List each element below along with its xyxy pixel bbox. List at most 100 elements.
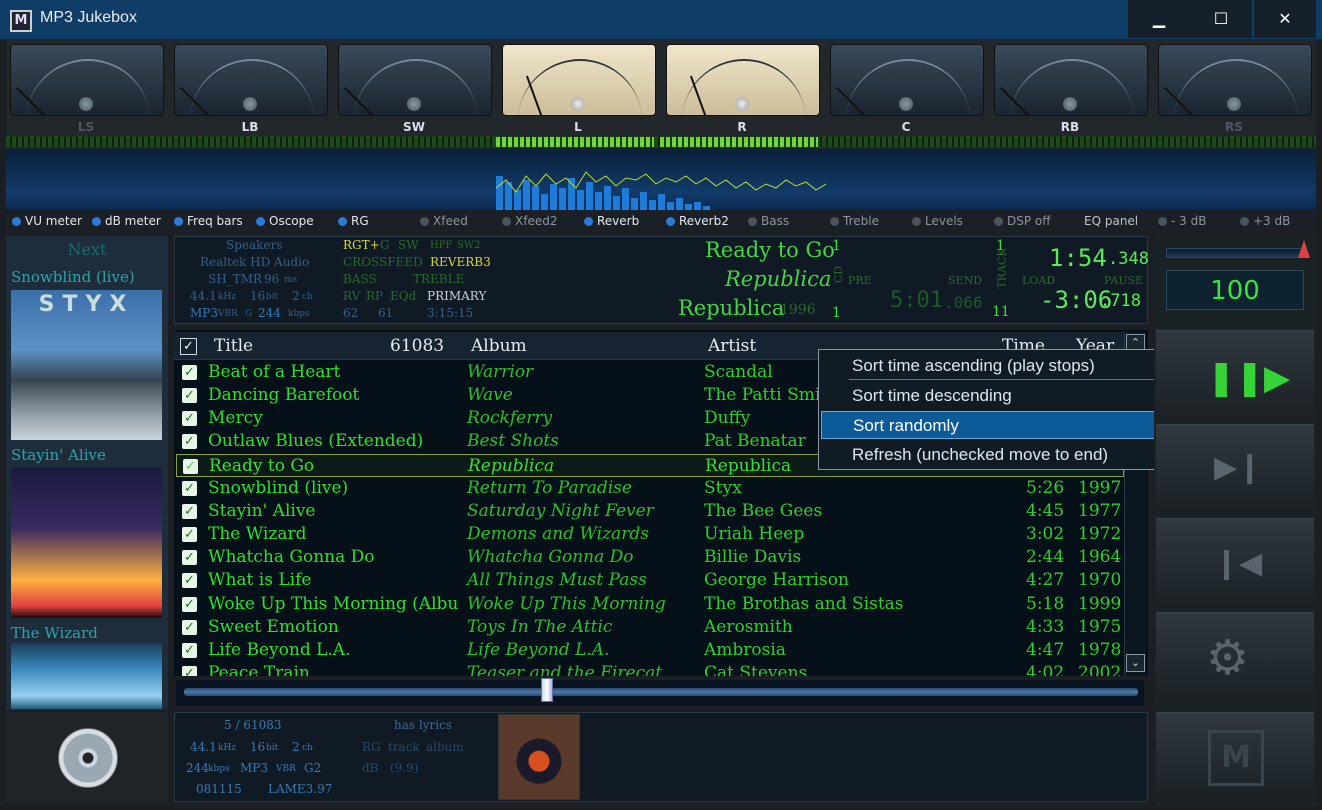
timer-value: 96 <box>264 272 280 286</box>
checkbox-icon[interactable]: ✓ <box>182 550 197 565</box>
toggle-reverb[interactable]: Reverb <box>584 214 639 228</box>
radio-icon <box>92 217 101 226</box>
skip-previous-icon: ❙◀ <box>1214 546 1263 581</box>
radio-icon <box>830 217 839 226</box>
toggle-minus-3db[interactable]: - 3 dB <box>1158 214 1206 228</box>
checkbox-icon[interactable]: ✓ <box>182 504 197 519</box>
menu-sort-randomly[interactable]: Sort randomly <box>821 411 1184 439</box>
next-cover-art-1[interactable]: STYX <box>11 290 162 440</box>
now-playing-title: Ready to Go <box>705 238 835 262</box>
meter-ls: LS <box>6 42 166 136</box>
radio-icon <box>256 217 265 226</box>
checkbox-icon[interactable]: ✓ <box>182 411 197 426</box>
playlist-row[interactable]: ✓ The Wizard Demons and Wizards Uriah Heep 3… <box>176 523 1124 546</box>
frequency-bars <box>496 171 826 210</box>
sample-rate: 44.1 <box>190 289 217 303</box>
toggle-db-meter[interactable]: dB meter <box>92 214 161 228</box>
toggle-reverb2[interactable]: Reverb2 <box>666 214 729 228</box>
playlist-row[interactable]: ✓ Life Beyond L.A. Life Beyond L.A. Ambrosi… <box>176 639 1124 662</box>
menu-sort-time-descending[interactable]: Sort time descending <box>821 382 1184 410</box>
reverb-indicator: REVERB3 <box>430 255 491 269</box>
gear-icon: ⚙ <box>1206 630 1250 686</box>
led-strip <box>6 136 1316 148</box>
playlist-row[interactable]: ✓ Sweet Emotion Toys In The Attic Aerosmith… <box>176 616 1124 639</box>
column-artist[interactable]: Artist <box>708 336 756 356</box>
toggle-xfeed2[interactable]: Xfeed2 <box>502 214 557 228</box>
next-label: Next <box>67 240 107 259</box>
checkbox-icon[interactable]: ✓ <box>182 666 197 676</box>
app-icon: M <box>10 10 32 32</box>
toggle-bass[interactable]: Bass <box>748 214 789 228</box>
playlist-row[interactable]: ✓ What is Life All Things Must Pass George … <box>176 569 1124 592</box>
toggle-levels[interactable]: Levels <box>912 214 963 228</box>
column-title[interactable]: Title <box>214 336 253 356</box>
lyrics-indicator: has lyrics <box>394 718 452 732</box>
toggle-vu-meter[interactable]: VU meter <box>12 214 82 228</box>
checkbox-icon[interactable]: ✓ <box>182 527 197 542</box>
skip-next-icon: ▶❙ <box>1214 450 1263 485</box>
checkbox-icon[interactable]: ✓ <box>182 597 197 612</box>
now-playing-artist: Republica <box>678 296 785 320</box>
radio-icon <box>912 217 921 226</box>
volume-display: 100 <box>1166 270 1304 310</box>
now-playing-album: Republica <box>725 267 832 291</box>
chevron-down-icon[interactable]: ⌄ <box>1126 654 1145 672</box>
toggle-xfeed[interactable]: Xfeed <box>420 214 468 228</box>
audio-driver: Realtek HD Audio <box>200 255 310 269</box>
vu-meters: LS LB SW L R C RB RS <box>6 40 1316 136</box>
title-bar <box>0 0 1322 40</box>
playlist-row[interactable]: ✓ Peace Train Teaser and the Firecat Cat St… <box>176 662 1124 676</box>
rg-indicator: RGT+ <box>343 238 380 252</box>
playlist-row[interactable]: ✓ Whatcha Gonna Do Whatcha Gonna Do Billie … <box>176 546 1124 569</box>
toggle-oscope[interactable]: Oscope <box>256 214 314 228</box>
minimize-button[interactable]: ▁ <box>1128 0 1190 38</box>
bit-depth: 16 <box>250 289 266 303</box>
volume-slider[interactable] <box>1166 248 1306 258</box>
checkbox-icon[interactable]: ✓ <box>182 643 197 658</box>
menu-divider <box>849 379 1183 380</box>
total-duration: 3:15:15 <box>427 306 474 320</box>
radio-icon <box>748 217 757 226</box>
menu-refresh[interactable]: Refresh (unchecked move to end) <box>821 441 1184 469</box>
channels: 2 <box>292 289 300 303</box>
next-cover-title-3: The Wizard <box>11 624 98 642</box>
seek-handle[interactable] <box>541 678 553 702</box>
pause-play-icon: ❚❚▶ <box>1207 358 1291 398</box>
radio-icon <box>420 217 429 226</box>
now-playing-year: 1996 <box>780 302 816 318</box>
radio-icon <box>174 217 183 226</box>
next-cover-art-3[interactable] <box>11 643 162 709</box>
checkbox-icon[interactable]: ✓ <box>183 459 198 474</box>
playlist-row[interactable]: ✓ Snowblind (live) Return To Paradise Styx 5… <box>176 477 1124 500</box>
toggle-freq-bars[interactable]: Freq bars <box>174 214 243 228</box>
toggle-rg[interactable]: RG <box>338 214 369 228</box>
meter-rs: RS <box>1154 42 1314 136</box>
seek-track <box>184 688 1138 696</box>
checkbox-icon[interactable]: ✓ <box>182 481 197 496</box>
checkbox-icon[interactable]: ✓ <box>182 434 197 449</box>
meter-l: L <box>498 42 658 136</box>
column-album[interactable]: Album <box>471 336 527 356</box>
volume-marker[interactable] <box>1298 240 1310 258</box>
checkbox-icon[interactable]: ✓ <box>182 573 197 588</box>
toggle-treble[interactable]: Treble <box>830 214 879 228</box>
current-album-art[interactable] <box>498 714 580 800</box>
radio-icon <box>502 217 511 226</box>
close-button[interactable]: ✕ <box>1254 0 1316 38</box>
track-position: 5 / 61083 <box>224 718 282 732</box>
next-cover-art-2[interactable] <box>11 468 162 618</box>
radio-icon <box>994 217 1003 226</box>
radio-icon <box>584 217 593 226</box>
playlist-row[interactable]: ✓ Woke Up This Morning (Albu Woke Up This … <box>176 593 1124 616</box>
toggle-dsp-off[interactable]: DSP off <box>994 214 1051 228</box>
maximize-button[interactable]: ☐ <box>1190 0 1252 38</box>
checkbox-icon[interactable]: ✓ <box>182 388 197 403</box>
menu-sort-time-ascending[interactable]: Sort time ascending (play stops) <box>821 352 1184 380</box>
select-all-checkbox[interactable]: ✓ <box>180 338 197 355</box>
toggle-plus-3db[interactable]: +3 dB <box>1240 214 1290 228</box>
checkbox-icon[interactable]: ✓ <box>182 365 197 380</box>
playlist-row[interactable]: ✓ Stayin' Alive Saturday Night Fever The Be… <box>176 500 1124 523</box>
checkbox-icon[interactable]: ✓ <box>182 620 197 635</box>
radio-icon <box>1240 217 1249 226</box>
eq-panel-button[interactable]: EQ panel <box>1084 214 1138 228</box>
